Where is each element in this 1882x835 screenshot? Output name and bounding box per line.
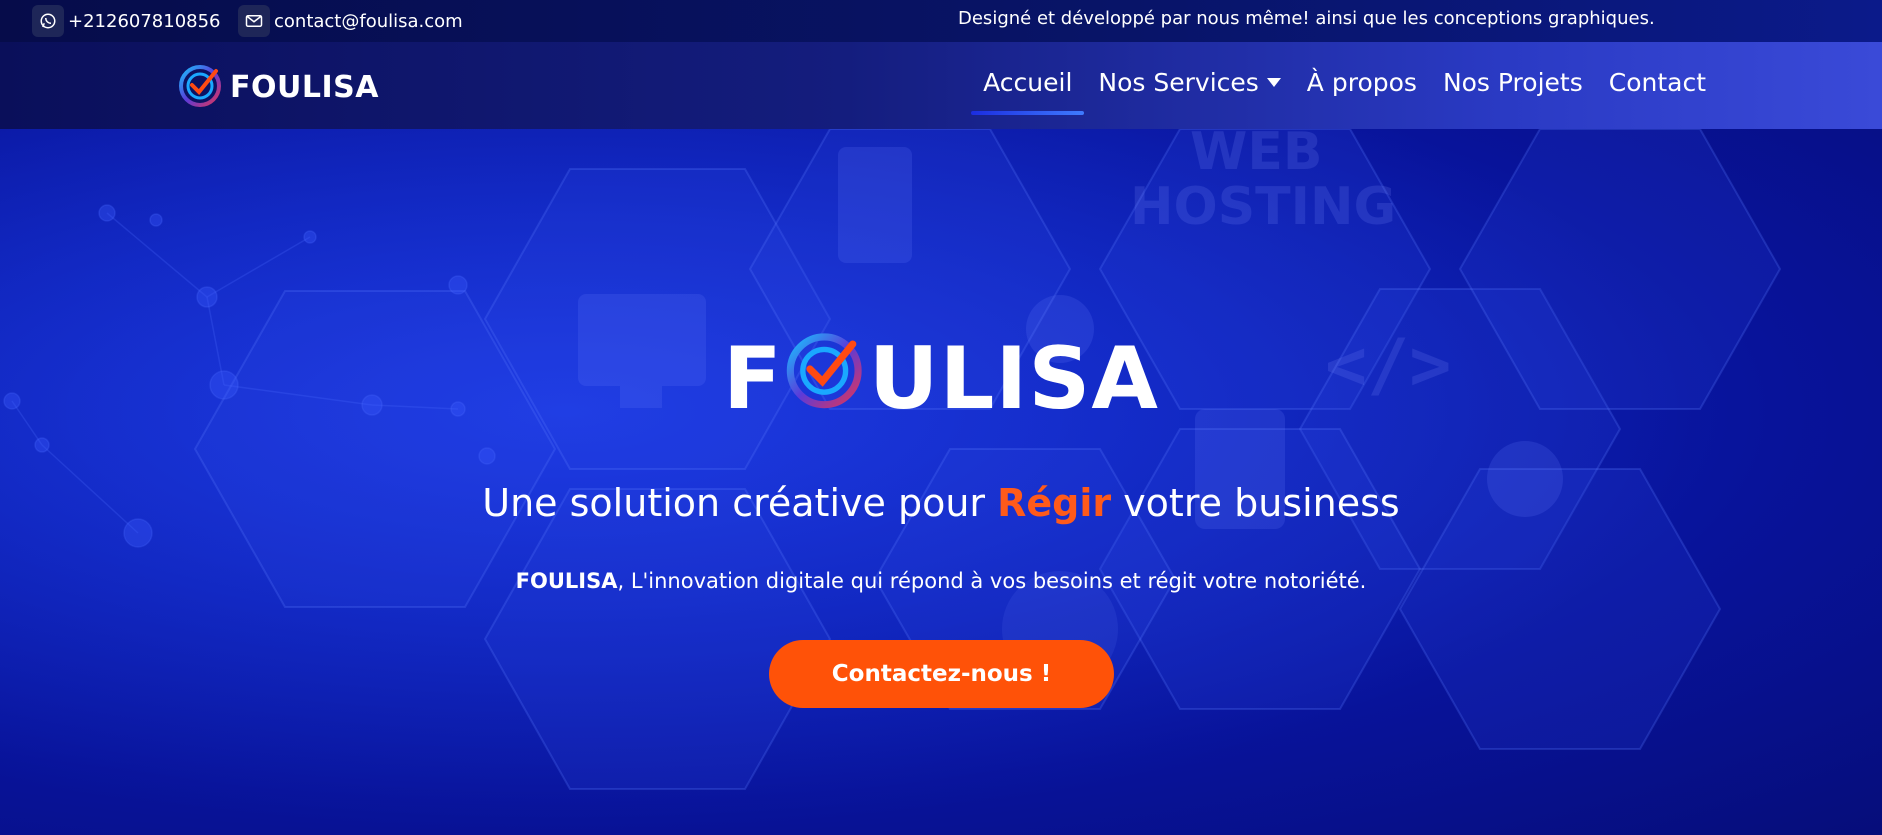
mail-icon (238, 5, 270, 37)
subtitle-text: , L'innovation digitale qui répond à vos… (617, 569, 1367, 593)
tagline: Designé et développé par nous même! ains… (958, 8, 1655, 29)
hero-logo: F ULISA (0, 329, 1882, 429)
nav-item-contact[interactable]: Contact (1609, 68, 1706, 97)
email-address[interactable]: contact@foulisa.com (274, 11, 463, 32)
nav-item-projets[interactable]: Nos Projets (1443, 68, 1583, 97)
contact-us-button[interactable]: Contactez-nous ! (769, 640, 1114, 708)
hero-logo-wordmark: F ULISA (723, 328, 1159, 431)
headline-pre: Une solution créative pour (482, 481, 998, 525)
hero-logo-prefix: F (723, 329, 783, 429)
svg-text:WEB: WEB (1190, 129, 1323, 182)
hero-headline: Une solution créative pour Régir votre b… (0, 481, 1882, 525)
top-bar: +212607810856 contact@foulisa.com Design… (0, 0, 1882, 42)
logo-check-icon (178, 62, 224, 112)
nav-item-accueil[interactable]: Accueil (971, 68, 1085, 115)
main-navbar: FOULISA Accueil Nos Services À propos No… (0, 42, 1882, 129)
hero-section: WEB HOSTING </> F ULISA Une solution cré… (0, 129, 1882, 835)
phone-contact[interactable]: +212607810856 (32, 5, 221, 37)
svg-text:HOSTING: HOSTING (1130, 177, 1396, 237)
hero-subtitle: FOULISA, L'innovation digitale qui répon… (0, 569, 1882, 593)
headline-accent: Régir (997, 481, 1112, 525)
nav-item-services[interactable]: Nos Services (1098, 68, 1281, 97)
hero-logo-suffix: ULISA (868, 329, 1159, 429)
headline-post: votre business (1111, 481, 1400, 525)
nav-menu: Accueil Nos Services À propos Nos Projet… (971, 68, 1706, 115)
nav-item-a-propos[interactable]: À propos (1307, 68, 1417, 97)
subtitle-brand: FOULISA (515, 569, 618, 593)
nav-item-services-label: Nos Services (1098, 68, 1259, 97)
brand-name: FOULISA (230, 69, 379, 105)
phone-number[interactable]: +212607810856 (68, 11, 221, 32)
brand-logo[interactable]: FOULISA (178, 62, 379, 112)
logo-check-icon (785, 328, 867, 431)
email-contact[interactable]: contact@foulisa.com (238, 5, 463, 37)
whatsapp-icon (32, 5, 64, 37)
chevron-down-icon (1266, 77, 1281, 87)
